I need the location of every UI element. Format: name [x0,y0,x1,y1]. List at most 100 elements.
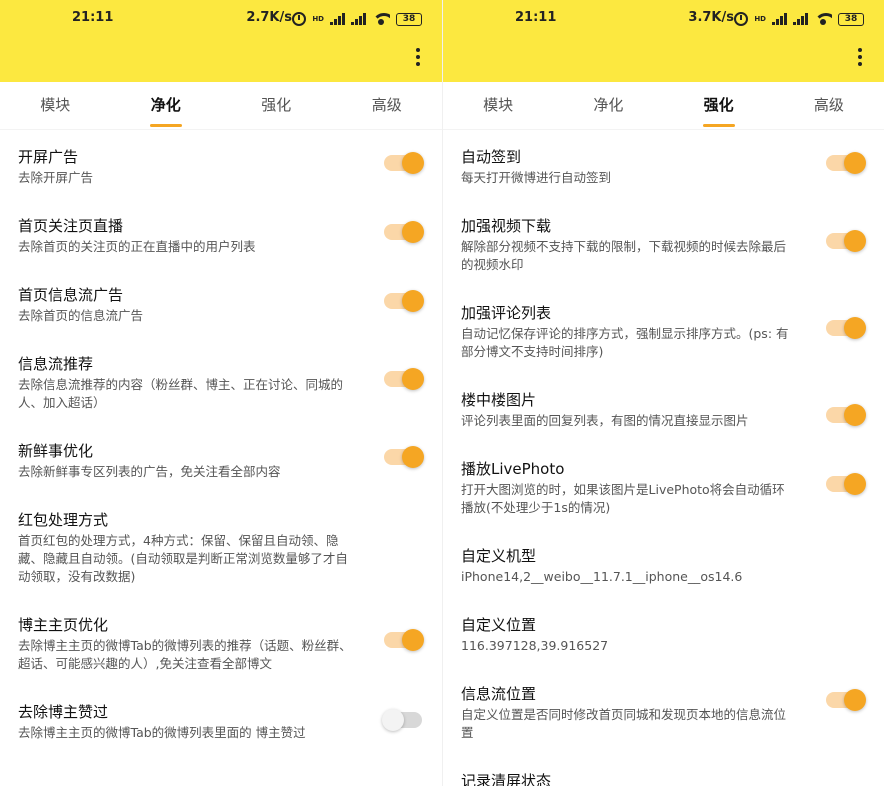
signal-icon [772,13,787,25]
alarm-icon [734,12,749,26]
setting-row[interactable]: 新鲜事优化 去除新鲜事专区列表的广告，免关注看全部内容 [18,441,424,481]
setting-row[interactable]: 自定义位置 116.397128,39.916527 [461,615,866,655]
signal-icon-2 [351,13,366,25]
setting-row[interactable]: 加强视频下载 解除部分视频不支持下载的限制，下载视频的时候去除最后的视频水印 [461,216,866,274]
tab-modules[interactable]: 模块 [443,82,553,129]
battery-icon: 38 [838,12,864,26]
setting-title: 信息流推荐 [18,355,94,373]
toggle-knob [402,446,424,468]
setting-title: 记录清屏状态 [461,772,552,786]
setting-title: 信息流位置 [461,685,537,703]
setting-row[interactable]: 播放LivePhoto 打开大图浏览的时，如果该图片是LivePhoto将会自动… [461,459,866,517]
setting-row[interactable]: 开屏广告 去除开屏广告 [18,147,424,187]
toggle-switch[interactable] [826,689,866,711]
setting-row[interactable]: 楼中楼图片 评论列表里面的回复列表，有图的情况直接显示图片 [461,390,866,430]
toggle-switch[interactable] [384,446,424,468]
setting-row[interactable]: 加强评论列表 自动记忆保存评论的排序方式，强制显示排序方式。(ps: 有部分博文… [461,303,866,361]
network-speed: 2.7K/s [246,10,292,25]
tab-enhance[interactable]: 强化 [221,82,332,129]
setting-desc: iPhone14,2__weibo__11.7.1__iphone__os14.… [461,569,743,584]
tab-bar: 模块 净化 强化 高级 [0,82,442,130]
tab-bar: 模块 净化 强化 高级 [443,82,884,130]
tab-purify[interactable]: 净化 [111,82,222,129]
setting-title: 加强评论列表 [461,304,552,322]
setting-row[interactable]: 红包处理方式 首页红包的处理方式，4种方式：保留、保留且自动领、隐藏、隐藏且自动… [18,510,424,586]
network-speed: 3.7K/s [688,10,734,25]
tab-advanced[interactable]: 高级 [774,82,884,129]
setting-row[interactable]: 自动签到 每天打开微博进行自动签到 [461,147,866,187]
status-bar: 21:11 3.7K/s HD 38 [443,10,884,30]
toggle-switch[interactable] [384,290,424,312]
setting-title: 自动签到 [461,148,522,166]
toggle-switch[interactable] [382,709,422,731]
setting-desc: 116.397128,39.916527 [461,638,609,653]
toggle-knob [402,368,424,390]
toggle-knob [402,221,424,243]
setting-desc: 去除博主主页的微博Tab的微博列表里面的 博主赞过 [18,725,306,740]
setting-row[interactable]: 博主主页优化 去除博主主页的微博Tab的微博列表的推荐（话题、粉丝群、超话、可能… [18,615,424,673]
setting-title: 新鲜事优化 [18,442,94,460]
setting-desc: 去除博主主页的微博Tab的微博列表的推荐（话题、粉丝群、超话、可能感兴趣的人）,… [18,638,352,671]
toggle-switch[interactable] [384,152,424,174]
setting-desc: 评论列表里面的回复列表，有图的情况直接显示图片 [461,413,749,428]
toggle-switch[interactable] [826,230,866,252]
tab-modules[interactable]: 模块 [0,82,111,129]
tab-advanced[interactable]: 高级 [332,82,443,129]
toggle-switch[interactable] [826,317,866,339]
setting-desc: 去除开屏广告 [18,170,94,185]
setting-row[interactable]: 信息流位置 自定义位置是否同时修改首页同城和发现页本地的信息流位置 [461,684,866,742]
status-icons: HD 38 [292,12,422,26]
setting-title: 加强视频下载 [461,217,552,235]
wifi-icon [814,13,832,25]
setting-desc: 去除信息流推荐的内容（粉丝群、博主、正在讨论、同城的人、加入超话） [18,377,344,410]
setting-title: 红包处理方式 [18,511,109,529]
app-bar: 21:11 3.7K/s HD 38 [443,0,884,82]
setting-desc: 解除部分视频不支持下载的限制，下载视频的时候去除最后的视频水印 [461,239,787,272]
setting-row[interactable]: 首页关注页直播 去除首页的关注页的正在直播中的用户列表 [18,216,424,256]
setting-desc: 首页红包的处理方式，4种方式：保留、保留且自动领、隐藏、隐藏且自动领。(自动领取… [18,533,348,584]
left-screen: 21:11 2.7K/s HD 38 模块 净化 强化 高级 开屏广告 去除开屏… [0,0,442,786]
setting-title: 自定义机型 [461,547,537,565]
setting-title: 楼中楼图片 [461,391,537,409]
battery-icon: 38 [396,12,422,26]
status-icons: HD 38 [734,12,864,26]
more-menu-icon[interactable] [414,48,422,66]
hd-badge: HD [754,14,766,23]
setting-desc: 每天打开微博进行自动签到 [461,170,612,185]
toggle-switch[interactable] [826,152,866,174]
setting-title: 首页信息流广告 [18,286,124,304]
setting-row[interactable]: 信息流推荐 去除信息流推荐的内容（粉丝群、博主、正在讨论、同城的人、加入超话） [18,354,424,412]
toggle-switch[interactable] [826,404,866,426]
setting-row[interactable]: 记录清屏状态 [461,771,866,786]
toggle-knob [402,290,424,312]
toggle-knob [844,230,866,252]
tab-purify[interactable]: 净化 [553,82,663,129]
setting-title: 博主主页优化 [18,616,109,634]
setting-desc: 去除首页的信息流广告 [18,308,144,323]
setting-desc: 自定义位置是否同时修改首页同城和发现页本地的信息流位置 [461,707,787,740]
toggle-knob [844,404,866,426]
setting-title: 去除博主赞过 [18,703,109,721]
toggle-switch[interactable] [384,368,424,390]
settings-list: 自动签到 每天打开微博进行自动签到 加强视频下载 解除部分视频不支持下载的限制，… [443,147,884,786]
signal-icon [330,13,345,25]
setting-title: 开屏广告 [18,148,79,166]
toggle-knob [844,689,866,711]
right-screen: 21:11 3.7K/s HD 38 模块 净化 强化 高级 自动签到 每天打开… [442,0,884,786]
setting-row[interactable]: 去除博主赞过 去除博主主页的微博Tab的微博列表里面的 博主赞过 [18,702,424,742]
status-time: 21:11 [72,10,114,25]
more-menu-icon[interactable] [856,48,864,66]
setting-row[interactable]: 自定义机型 iPhone14,2__weibo__11.7.1__iphone_… [461,546,866,586]
settings-list: 开屏广告 去除开屏广告 首页关注页直播 去除首页的关注页的正在直播中的用户列表 … [0,147,442,742]
setting-row[interactable]: 首页信息流广告 去除首页的信息流广告 [18,285,424,325]
tab-enhance[interactable]: 强化 [664,82,774,129]
toggle-knob [402,629,424,651]
toggle-knob [844,473,866,495]
signal-icon-2 [793,13,808,25]
toggle-knob [844,152,866,174]
toggle-switch[interactable] [384,221,424,243]
toggle-switch[interactable] [826,473,866,495]
toggle-knob [382,709,404,731]
toggle-knob [844,317,866,339]
toggle-switch[interactable] [384,629,424,651]
